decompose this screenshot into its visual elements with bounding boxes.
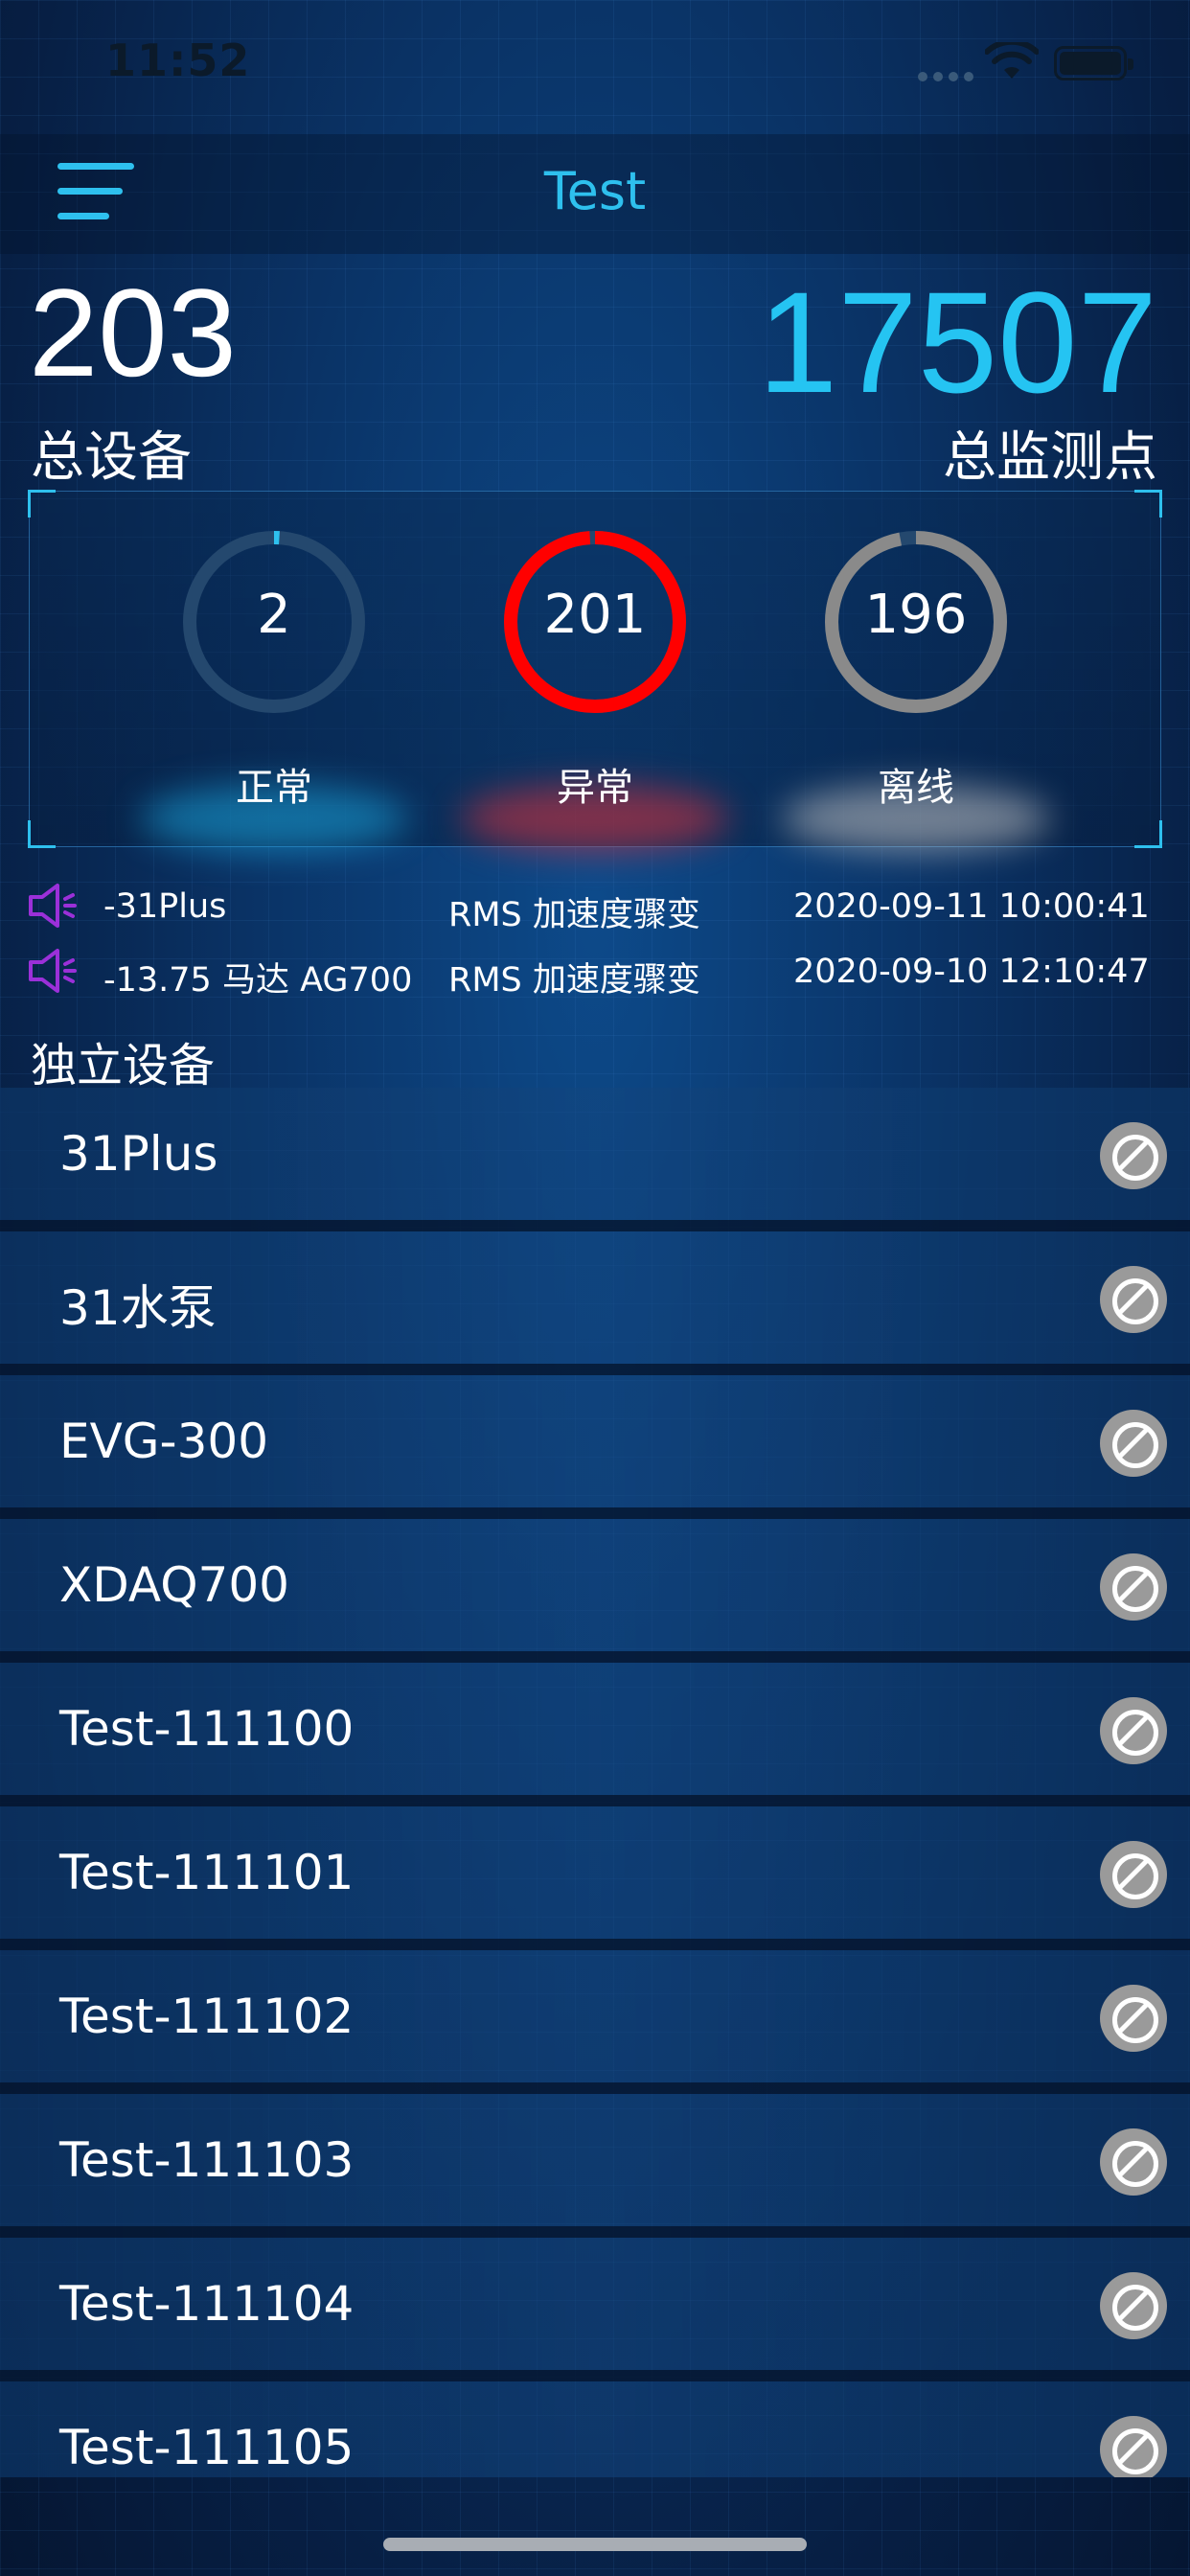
device-list: 31Plus 31水泵 EVG-300 XDAQ700 Test-111100 … bbox=[0, 1088, 1190, 2477]
device-row[interactable]: 31水泵 bbox=[0, 1231, 1190, 1375]
status-bar: 11:52 bbox=[0, 0, 1190, 134]
disabled-icon[interactable] bbox=[1100, 1410, 1167, 1477]
cellular-signal-icon bbox=[918, 67, 979, 85]
disabled-icon[interactable] bbox=[1100, 1697, 1167, 1764]
alert-time: 2020-09-10 12:10:47 bbox=[793, 953, 1150, 991]
alert-row[interactable]: -13.75 马达 AG700 RMS 加速度骤变 2020-09-10 12:… bbox=[0, 943, 1190, 1000]
total-devices-count: 203 bbox=[29, 263, 237, 402]
device-name: XDAQ700 bbox=[59, 1557, 289, 1613]
device-name: Test-111105 bbox=[59, 2420, 355, 2475]
speaker-icon bbox=[29, 949, 77, 993]
alert-time: 2020-09-11 10:00:41 bbox=[793, 887, 1150, 926]
disabled-icon[interactable] bbox=[1100, 2128, 1167, 2196]
offline-status-ring[interactable]: 196 离线 bbox=[782, 526, 1050, 852]
device-name: Test-111102 bbox=[59, 1989, 355, 2044]
offline-count: 196 bbox=[864, 584, 968, 646]
alert-type: RMS 加速度骤变 bbox=[448, 961, 700, 1000]
status-panel: 2 正常 201 异常 196 离线 bbox=[28, 490, 1162, 852]
device-row[interactable]: Test-111101 bbox=[0, 1806, 1190, 1950]
device-row[interactable]: Test-111103 bbox=[0, 2094, 1190, 2238]
device-row[interactable]: EVG-300 bbox=[0, 1375, 1190, 1519]
navigation-bar: Test bbox=[0, 134, 1190, 254]
abnormal-label: 异常 bbox=[557, 766, 633, 810]
wifi-icon bbox=[985, 42, 1039, 79]
disabled-icon[interactable] bbox=[1100, 1266, 1167, 1333]
total-points-count: 17507 bbox=[757, 262, 1157, 423]
status-time: 11:52 bbox=[105, 34, 251, 86]
device-row[interactable]: Test-111102 bbox=[0, 1950, 1190, 2094]
speaker-icon bbox=[29, 884, 77, 928]
device-name: Test-111101 bbox=[59, 1845, 355, 1900]
device-name: Test-111103 bbox=[59, 2132, 355, 2188]
device-name: EVG-300 bbox=[59, 1414, 269, 1469]
device-name: 31Plus bbox=[59, 1126, 218, 1182]
page-title: Test bbox=[543, 161, 647, 221]
section-title: 独立设备 bbox=[31, 1039, 216, 1092]
disabled-icon[interactable] bbox=[1100, 1553, 1167, 1621]
device-row[interactable]: Test-111105 bbox=[0, 2381, 1190, 2477]
device-name: 31水泵 bbox=[59, 1280, 217, 1336]
disabled-icon[interactable] bbox=[1100, 2416, 1167, 2477]
alert-type: RMS 加速度骤变 bbox=[448, 896, 700, 934]
offline-label: 离线 bbox=[878, 766, 954, 810]
disabled-icon[interactable] bbox=[1100, 1122, 1167, 1189]
normal-label: 正常 bbox=[236, 766, 312, 810]
home-indicator[interactable] bbox=[383, 2538, 807, 2551]
normal-status-ring[interactable]: 2 正常 bbox=[140, 526, 408, 852]
disabled-icon[interactable] bbox=[1100, 2272, 1167, 2339]
alert-device: -13.75 马达 AG700 bbox=[103, 961, 413, 1000]
total-devices-label: 总设备 bbox=[31, 426, 192, 489]
abnormal-count: 201 bbox=[543, 584, 647, 646]
alert-row[interactable]: -31Plus RMS 加速度骤变 2020-09-11 10:00:41 bbox=[0, 878, 1190, 935]
device-row[interactable]: XDAQ700 bbox=[0, 1519, 1190, 1663]
alert-device: -31Plus bbox=[103, 887, 227, 926]
abnormal-status-ring[interactable]: 201 异常 bbox=[461, 526, 729, 852]
disabled-icon[interactable] bbox=[1100, 1841, 1167, 1908]
device-row[interactable]: Test-111100 bbox=[0, 1663, 1190, 1806]
device-name: Test-111100 bbox=[59, 1701, 355, 1757]
normal-count: 2 bbox=[257, 584, 291, 646]
battery-icon bbox=[1054, 46, 1133, 80]
device-row[interactable]: Test-111104 bbox=[0, 2238, 1190, 2381]
total-points-label: 总监测点 bbox=[943, 426, 1157, 489]
disabled-icon[interactable] bbox=[1100, 1985, 1167, 2052]
device-row[interactable]: 31Plus bbox=[0, 1088, 1190, 1231]
device-name: Test-111104 bbox=[59, 2276, 355, 2332]
